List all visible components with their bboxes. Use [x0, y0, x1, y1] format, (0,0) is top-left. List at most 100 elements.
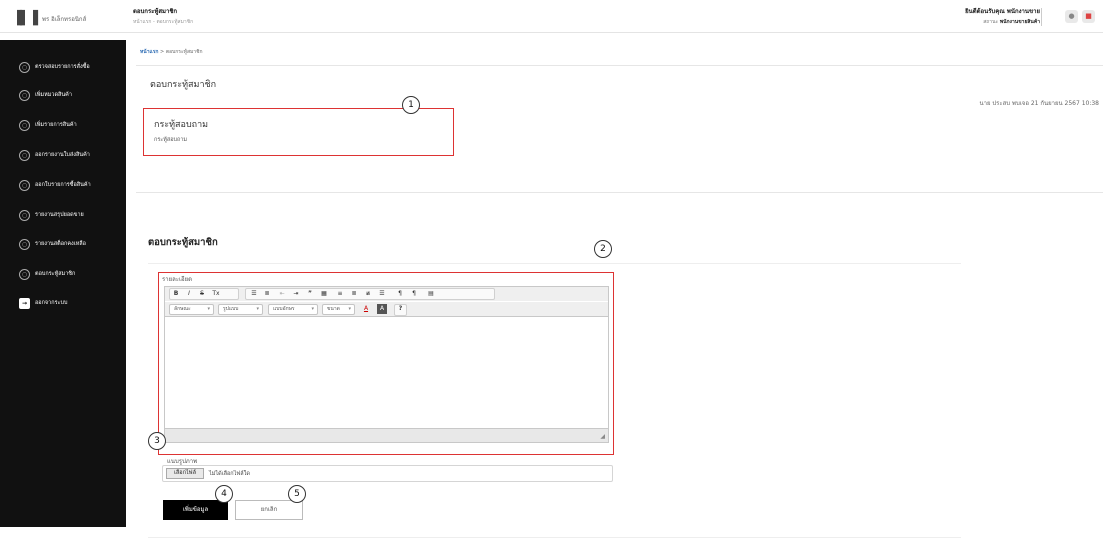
- header-title: ตอบกระทู้สมาชิก: [133, 8, 178, 15]
- welcome-text: ยินดีต้อนรับคุณ พนักงานขาย: [965, 8, 1040, 15]
- editor-toolbar-row2: ลักษณะ ▾ รูปแบบ ▾ แบบอักษร ▾ ขนาด ▾ A A ?: [165, 302, 608, 317]
- editor-toolbar-row1: B I S Tx ☰ ≣ ⇤ ⇥ ” ▦ ≡ ≣ ≢ ☰ ¶ ¶ ▤: [165, 287, 608, 301]
- sidebar-item-label: รายงานสต็อกคงเหลือ: [35, 241, 86, 247]
- circle-icon: ○: [19, 238, 30, 250]
- chevron-down-icon: ▾: [348, 306, 351, 312]
- circle-icon: ○: [19, 149, 30, 161]
- logout-icon: →: [19, 297, 30, 309]
- justify-button[interactable]: ☰: [377, 289, 387, 299]
- format-select-label: รูปแบบ: [223, 306, 239, 312]
- sidebar-item-label: รายงานสรุปยอดขาย: [35, 212, 84, 218]
- circle-icon: ○: [19, 119, 30, 131]
- editor-content-area[interactable]: [165, 318, 608, 425]
- role-value: พนักงานขายสินค้า: [999, 19, 1040, 25]
- submit-button[interactable]: เพิ่มข้อมูล: [163, 500, 228, 520]
- circle-icon: ○: [19, 89, 30, 101]
- styles-select[interactable]: ลักษณะ ▾: [169, 304, 214, 315]
- bg-color-button[interactable]: A: [377, 304, 387, 314]
- divider: [1041, 8, 1042, 26]
- question-topic: กระทู้สอบถาม: [154, 120, 209, 130]
- callout-5: 5: [288, 485, 306, 503]
- question-card-title: ตอบกระทู้สมาชิก: [150, 80, 217, 90]
- callout-3: 3: [148, 432, 166, 450]
- chevron-down-icon: ▾: [256, 306, 259, 312]
- sidebar-item-label: ออกใบรายการซื้อสินค้า: [35, 182, 91, 188]
- user-icon[interactable]: ●: [1065, 10, 1078, 23]
- rich-text-editor: B I S Tx ☰ ≣ ⇤ ⇥ ” ▦ ≡ ≣ ≢ ☰ ¶ ¶ ▤ ลักษณ…: [164, 286, 609, 443]
- italic-button[interactable]: I: [184, 289, 194, 299]
- sidebar-item-check-orders[interactable]: ○ ตรวจสอบรายการสั่งซื้อ: [0, 60, 126, 74]
- circle-icon: ○: [19, 61, 30, 73]
- sidebar-item-answer-topic[interactable]: ○ ตอบกระทู้สมาชิก: [0, 267, 126, 281]
- breadcrumb: หน้าแรก > ตอบกระทู้สมาชิก: [140, 48, 203, 56]
- sidebar: ○ ตรวจสอบรายการสั่งซื้อ ○ เพิ่มหมวดสินค้า …: [0, 40, 126, 527]
- div-button[interactable]: ▦: [319, 289, 329, 299]
- callout-4: 4: [215, 485, 233, 503]
- detail-label: รายละเอียด: [162, 276, 193, 283]
- numbered-list-button[interactable]: ☰: [249, 289, 259, 299]
- resize-handle-icon[interactable]: ◢: [600, 433, 605, 440]
- rtl-button[interactable]: ¶: [409, 289, 419, 299]
- cancel-button[interactable]: ยกเลิก: [235, 500, 303, 520]
- sidebar-item-delivery-report[interactable]: ○ ออกรายงานใบส่งสินค้า: [0, 148, 126, 162]
- sidebar-item-label: ออกรายงานใบส่งสินค้า: [35, 152, 90, 158]
- sidebar-item-label: เพิ่มหมวดสินค้า: [35, 92, 72, 98]
- callout-1: 1: [402, 96, 420, 114]
- answer-form: ตอบกระทู้สมาชิก รายละเอียด B I S Tx ☰ ≣ …: [136, 201, 1103, 538]
- sidebar-item-purchase-order[interactable]: ○ ออกใบรายการซื้อสินค้า: [0, 178, 126, 192]
- chevron-down-icon: ▾: [207, 306, 210, 312]
- user-info: ยินดีต้อนรับคุณ พนักงานขาย สถานะ พนักงาน…: [965, 6, 1040, 26]
- sidebar-item-label: ตรวจสอบรายการสั่งซื้อ: [35, 64, 90, 70]
- lock-icon[interactable]: ■: [1082, 10, 1095, 23]
- size-select-label: ขนาด: [327, 306, 340, 312]
- clear-format-button[interactable]: Tx: [210, 289, 222, 299]
- blockquote-button[interactable]: ”: [305, 289, 315, 299]
- help-button[interactable]: ?: [395, 304, 406, 314]
- ltr-button[interactable]: ¶: [395, 289, 405, 299]
- callout-2: 2: [594, 240, 612, 258]
- circle-icon: ○: [19, 179, 30, 191]
- language-button[interactable]: ▤: [425, 289, 437, 299]
- top-bar: ▐▌▐ พร อิเล็กทรอนิกส์ ตอบกระทู้สมาชิก หน…: [0, 0, 1103, 33]
- align-right-button[interactable]: ≢: [363, 289, 373, 299]
- sidebar-item-label: ตอบกระทู้สมาชิก: [35, 271, 76, 277]
- sidebar-item-label: เพิ่มรายการสินค้า: [35, 122, 77, 128]
- circle-icon: ○: [19, 209, 30, 221]
- indent-button[interactable]: ⇥: [291, 289, 301, 299]
- sidebar-item-sales-summary[interactable]: ○ รายงานสรุปยอดขาย: [0, 208, 126, 222]
- main-content: หน้าแรก > ตอบกระทู้สมาชิก ตอบกระทู้สมาชิ…: [133, 33, 1103, 538]
- strike-button[interactable]: S: [197, 289, 207, 299]
- choose-file-button[interactable]: เลือกไฟล์: [166, 468, 204, 479]
- text-color-button[interactable]: A: [361, 304, 371, 314]
- size-select[interactable]: ขนาด ▾: [322, 304, 355, 315]
- sidebar-item-stock-report[interactable]: ○ รายงานสต็อกคงเหลือ: [0, 237, 126, 251]
- role-prefix: สถานะ: [983, 19, 999, 25]
- breadcrumb-separator: >: [158, 49, 166, 55]
- align-left-button[interactable]: ≡: [335, 289, 345, 299]
- app-name: พร อิเล็กทรอนิกส์: [42, 15, 87, 23]
- breadcrumb-home[interactable]: หน้าแรก: [140, 49, 158, 55]
- file-status: ไม่ได้เลือกไฟล์ใด: [209, 471, 250, 477]
- header-title-block: ตอบกระทู้สมาชิก หน้าแรก - ตอบกระทู้สมาชิ…: [133, 6, 193, 26]
- role-text: สถานะ พนักงานขายสินค้า: [965, 18, 1040, 26]
- question-highlight-box: กระทู้สอบถาม กระทู้สอบถาม: [143, 108, 454, 156]
- brand[interactable]: ▐▌▐ พร อิเล็กทรอนิกส์: [12, 11, 86, 26]
- form-title: ตอบกระทู้สมาชิก: [148, 237, 218, 248]
- header-subtitle: หน้าแรก - ตอบกระทู้สมาชิก: [133, 19, 194, 25]
- bullet-list-button[interactable]: ≣: [262, 289, 272, 299]
- question-detail: กระทู้สอบถาม: [154, 137, 188, 143]
- file-input[interactable]: เลือกไฟล์ ไม่ได้เลือกไฟล์ใด: [162, 465, 613, 482]
- posted-info: นาย ประสบ พบเจอ 21 กันยายน 2567 10:38: [979, 100, 1099, 107]
- chevron-down-icon: ▾: [311, 306, 314, 312]
- sidebar-item-label: ออกจากระบบ: [35, 300, 68, 306]
- sidebar-item-logout[interactable]: → ออกจากระบบ: [0, 296, 126, 310]
- bold-button[interactable]: B: [171, 289, 181, 299]
- editor-status-bar: ◢: [165, 428, 608, 442]
- sidebar-item-add-category[interactable]: ○ เพิ่มหมวดสินค้า: [0, 88, 126, 102]
- format-select[interactable]: รูปแบบ ▾: [218, 304, 263, 315]
- font-select-label: แบบอักษร: [273, 306, 295, 312]
- font-select[interactable]: แบบอักษร ▾: [268, 304, 318, 315]
- outdent-button[interactable]: ⇤: [277, 289, 287, 299]
- align-center-button[interactable]: ≣: [349, 289, 359, 299]
- sidebar-item-add-product[interactable]: ○ เพิ่มรายการสินค้า: [0, 118, 126, 132]
